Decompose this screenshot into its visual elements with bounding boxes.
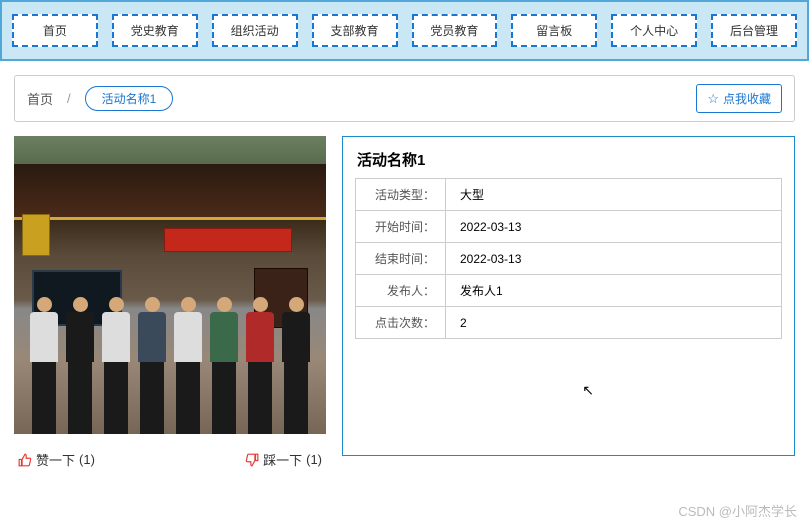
breadcrumb-separator: / <box>67 91 71 106</box>
detail-table: 活动类型：大型 开始时间：2022-03-13 结束时间：2022-03-13 … <box>355 178 782 339</box>
row-value: 2022-03-13 <box>446 211 782 243</box>
row-value: 2022-03-13 <box>446 243 782 275</box>
table-row: 点击次数：2 <box>356 307 782 339</box>
table-row: 开始时间：2022-03-13 <box>356 211 782 243</box>
dislike-label: 踩一下 <box>263 450 302 469</box>
detail-title: 活动名称1 <box>357 149 782 170</box>
nav-party-history[interactable]: 党史教育 <box>112 14 198 47</box>
nav-personal[interactable]: 个人中心 <box>611 14 697 47</box>
activity-image <box>14 136 326 434</box>
row-label: 开始时间： <box>356 211 446 243</box>
favorite-button[interactable]: ☆ 点我收藏 <box>696 84 782 113</box>
row-label: 发布人： <box>356 275 446 307</box>
nav-org-activity[interactable]: 组织活动 <box>212 14 298 47</box>
thumb-down-icon <box>245 453 259 467</box>
row-value: 大型 <box>446 179 782 211</box>
row-value: 发布人1 <box>446 275 782 307</box>
dislike-button[interactable]: 踩一下 (1) <box>245 450 322 469</box>
nav-admin[interactable]: 后台管理 <box>711 14 797 47</box>
dislike-count: (1) <box>306 452 322 467</box>
favorite-label: 点我收藏 <box>723 90 771 107</box>
cursor-icon: ↖ <box>582 382 594 399</box>
table-row: 发布人：发布人1 <box>356 275 782 307</box>
nav-member-edu[interactable]: 党员教育 <box>412 14 498 47</box>
breadcrumb-home[interactable]: 首页 <box>27 89 53 108</box>
table-row: 结束时间：2022-03-13 <box>356 243 782 275</box>
breadcrumb-bar: 首页 / 活动名称1 ☆ 点我收藏 <box>14 75 795 122</box>
breadcrumb: 首页 / 活动名称1 <box>27 86 173 111</box>
like-label: 赞一下 <box>36 450 75 469</box>
row-value: 2 <box>446 307 782 339</box>
thumb-up-icon <box>18 453 32 467</box>
nav-home[interactable]: 首页 <box>12 14 98 47</box>
row-label: 活动类型： <box>356 179 446 211</box>
table-row: 活动类型：大型 <box>356 179 782 211</box>
nav-branch-edu[interactable]: 支部教育 <box>312 14 398 47</box>
detail-panel: 活动名称1 活动类型：大型 开始时间：2022-03-13 结束时间：2022-… <box>342 136 795 456</box>
nav-messages[interactable]: 留言板 <box>511 14 597 47</box>
star-icon: ☆ <box>707 91 719 107</box>
like-count: (1) <box>79 452 95 467</box>
navbar: 首页 党史教育 组织活动 支部教育 党员教育 留言板 个人中心 后台管理 <box>0 0 809 61</box>
watermark: CSDN @小阿杰学长 <box>678 501 797 520</box>
breadcrumb-current: 活动名称1 <box>85 86 174 111</box>
like-button[interactable]: 赞一下 (1) <box>18 450 95 469</box>
row-label: 点击次数： <box>356 307 446 339</box>
row-label: 结束时间： <box>356 243 446 275</box>
